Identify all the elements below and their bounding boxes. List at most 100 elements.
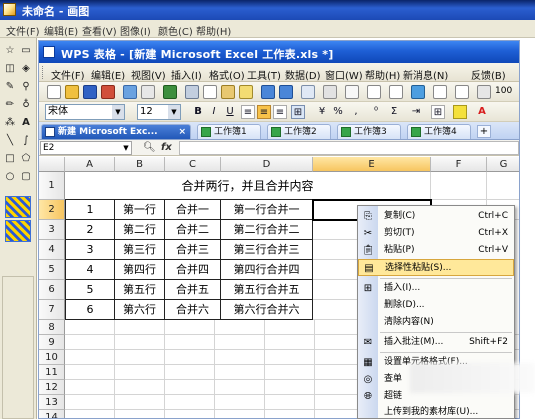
table-cell[interactable]: 第二行合并二 (221, 220, 313, 240)
wps-menu-edit[interactable]: 编辑(E) (91, 67, 125, 82)
menu-item-cut[interactable]: ✂ 剪切(T) Ctrl+X (358, 225, 514, 242)
wps-menu-tools[interactable]: 工具(T) (247, 67, 281, 82)
wps-menu-insert[interactable]: 插入(I) (171, 67, 202, 82)
formula-input[interactable] (179, 141, 519, 155)
bold-button[interactable]: B (191, 105, 205, 119)
tab-workbook4[interactable]: 工作簿4 (407, 124, 471, 139)
table-cell[interactable]: 第五行 (115, 280, 165, 300)
column-header[interactable]: F (431, 157, 487, 172)
open-icon[interactable] (65, 85, 79, 99)
row-header[interactable]: 10 (39, 350, 65, 365)
save-icon[interactable] (83, 85, 97, 99)
wps-menu-feedback[interactable]: 反馈(B) (471, 67, 506, 82)
table-cell[interactable]: 3 (65, 240, 115, 260)
color-picker-icon[interactable]: ✎ (3, 80, 17, 94)
column-header[interactable]: B (115, 157, 165, 172)
table-cell[interactable]: 合并一 (165, 200, 221, 220)
underline-button[interactable]: U (223, 105, 237, 119)
table-cell[interactable]: 2 (65, 220, 115, 240)
table-cell[interactable]: 第一行合并一 (221, 200, 313, 220)
magnifier-icon[interactable]: ⚲ (19, 80, 33, 94)
table-cell[interactable]: 4 (65, 260, 115, 280)
row-header[interactable]: 3 (39, 220, 65, 240)
tab-new-workbook[interactable]: 新建 Microsoft Exc... × (41, 124, 191, 139)
grid-cell[interactable] (431, 172, 487, 200)
percent-button[interactable]: % (331, 105, 345, 119)
font-color-icon[interactable]: A (475, 105, 489, 119)
wps-menu-data[interactable]: 数据(D) (285, 67, 321, 82)
format-painter-icon[interactable] (239, 85, 253, 99)
table-cell[interactable]: 第一行 (115, 200, 165, 220)
line-icon[interactable]: ╲ (3, 134, 17, 148)
increase-decimal-icon[interactable]: ⁰ (369, 105, 383, 119)
paint-menu-color[interactable]: 颜色(C) (158, 23, 193, 38)
row-header[interactable]: 12 (39, 380, 65, 395)
selection-mode-transparent-icon[interactable] (5, 220, 31, 242)
table-cell[interactable]: 5 (65, 280, 115, 300)
row-header[interactable]: 11 (39, 365, 65, 380)
undo-icon[interactable] (261, 85, 275, 99)
new-doc-icon[interactable] (47, 85, 61, 99)
tab-workbook1[interactable]: 工作簿1 (197, 124, 261, 139)
font-size-combo[interactable]: 12 ▼ (137, 104, 181, 120)
rectangle-icon[interactable]: □ (3, 152, 17, 166)
airbrush-icon[interactable]: ⁂ (3, 116, 17, 130)
column-header[interactable]: G (487, 157, 519, 172)
paint-menu-edit[interactable]: 编辑(E) (44, 23, 78, 38)
paint-menu-help[interactable]: 帮助(H) (196, 23, 231, 38)
menu-item-copy[interactable]: ⎘ 复制(C) Ctrl+C (358, 208, 514, 225)
chevron-down-icon[interactable]: ▼ (168, 105, 180, 119)
table-cell[interactable]: 合并六 (165, 300, 221, 320)
pdf-icon[interactable] (101, 85, 115, 99)
polygon-icon[interactable]: ⬠ (19, 152, 33, 166)
wps-menu-format[interactable]: 格式(O) (209, 67, 245, 82)
italic-button[interactable]: I (207, 105, 221, 119)
table-cell[interactable]: 合并三 (165, 240, 221, 260)
row-header[interactable]: 14 (39, 410, 65, 418)
zoom-icon[interactable] (477, 85, 491, 99)
tab-workbook2[interactable]: 工作簿2 (267, 124, 331, 139)
insert-table-icon[interactable] (301, 85, 315, 99)
row-header[interactable]: 7 (39, 300, 65, 320)
new-tab-button[interactable]: + (477, 125, 491, 138)
ellipse-icon[interactable]: ○ (3, 170, 17, 184)
column-header[interactable]: D (221, 157, 313, 172)
currency-icon[interactable]: ¥ (315, 105, 329, 119)
column-header[interactable]: A (65, 157, 115, 172)
paint-menu-image[interactable]: 图像(I) (120, 23, 151, 38)
comma-style-icon[interactable]: , (349, 105, 363, 119)
zoom-value[interactable]: 100 (495, 86, 512, 96)
name-box[interactable]: E2 ▼ (40, 141, 132, 155)
column-header[interactable]: C (165, 157, 221, 172)
align-left-icon[interactable]: ≡ (241, 105, 255, 119)
free-select-icon[interactable]: ☆ (3, 44, 17, 58)
curve-icon[interactable]: ∫ (19, 134, 33, 148)
sum-icon[interactable] (367, 85, 381, 99)
table-cell[interactable]: 第四行合并四 (221, 260, 313, 280)
wps-menu-news[interactable]: 新消息(N) (403, 67, 448, 82)
chevron-down-icon[interactable]: ▼ (121, 142, 131, 154)
align-right-icon[interactable]: ≡ (273, 105, 287, 119)
menu-grip[interactable] (42, 66, 45, 79)
menu-item-paste-special[interactable]: ▤ 选择性粘贴(S)... (358, 259, 514, 276)
zoom-magnifier-icon[interactable]: 🔍︎ (143, 141, 156, 155)
row-header[interactable]: 9 (39, 335, 65, 350)
copy-toolbar-icon[interactable] (203, 85, 217, 99)
menu-item-insert-comment[interactable]: ✉ 插入批注(M)... Shift+F2 (358, 334, 514, 351)
menu-item-insert[interactable]: ⊞ 插入(I)... (358, 280, 514, 297)
brush-icon[interactable]: ♁ (19, 98, 33, 112)
font-name-combo[interactable]: 宋体 ▼ (45, 104, 125, 120)
row-header[interactable]: 5 (39, 260, 65, 280)
selection-mode-opaque-icon[interactable] (5, 196, 31, 218)
merge-center-icon[interactable]: ⊞ (291, 105, 305, 119)
rounded-rect-icon[interactable]: ▢ (19, 170, 33, 184)
pencil-icon[interactable]: ✏ (3, 98, 17, 112)
merged-title-cell[interactable]: 合并两行，并且合并内容 (65, 172, 431, 200)
select-all-corner[interactable] (39, 157, 65, 172)
wps-menu-help[interactable]: 帮助(H) (365, 67, 400, 82)
table-cell[interactable]: 1 (65, 200, 115, 220)
table-cell[interactable]: 第四行 (115, 260, 165, 280)
spellcheck-icon[interactable] (163, 85, 177, 99)
sort-icon[interactable] (345, 85, 359, 99)
row-header[interactable]: 2 (39, 200, 65, 220)
